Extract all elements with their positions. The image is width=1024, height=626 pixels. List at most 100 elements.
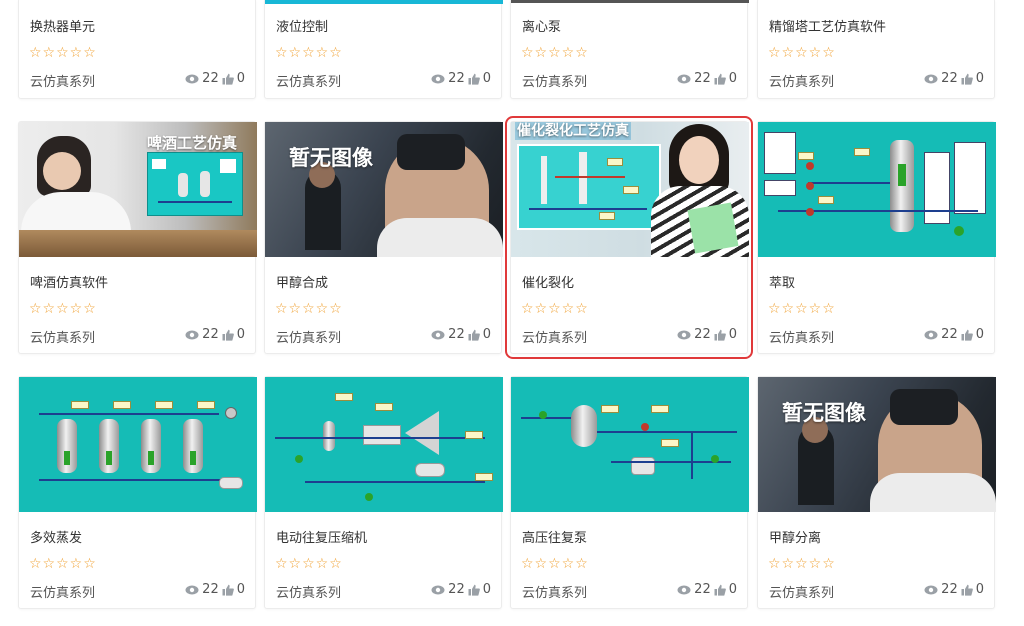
- product-thumbnail[interactable]: [265, 0, 503, 4]
- eye-icon: [924, 74, 938, 83]
- product-thumbnail[interactable]: [511, 0, 749, 3]
- product-thumbnail[interactable]: [265, 377, 503, 512]
- product-thumbnail[interactable]: 暂无图像: [758, 377, 996, 512]
- product-series: 云仿真系列: [30, 75, 96, 90]
- product-thumbnail[interactable]: 啤酒工艺仿真: [19, 122, 257, 257]
- eye-icon: [431, 74, 445, 83]
- pipe: [39, 413, 219, 415]
- thumbs-up-icon[interactable]: [961, 584, 973, 596]
- value-tag: [607, 158, 623, 166]
- pipe: [555, 176, 625, 178]
- product-card[interactable]: 啤酒工艺仿真 啤酒仿真软件 ☆☆☆☆☆ 云仿真系列 22 0: [18, 121, 257, 354]
- view-count: 22: [448, 582, 465, 597]
- rating-stars[interactable]: ☆☆☆☆☆: [29, 301, 97, 317]
- level-indicator: [106, 451, 112, 465]
- product-title[interactable]: 多效蒸发: [30, 527, 82, 546]
- product-thumbnail[interactable]: 暂无图像: [265, 122, 503, 257]
- eye-icon: [431, 585, 445, 594]
- product-title[interactable]: 甲醇分离: [769, 527, 821, 546]
- product-card[interactable]: 暂无图像 甲醇合成 ☆☆☆☆☆ 云仿真系列 22 0: [264, 121, 503, 354]
- rating-stars[interactable]: ☆☆☆☆☆: [275, 45, 343, 61]
- rating-stars[interactable]: ☆☆☆☆☆: [275, 301, 343, 317]
- product-series: 云仿真系列: [276, 586, 342, 601]
- product-title[interactable]: 萃取: [769, 272, 795, 291]
- eye-icon: [924, 330, 938, 339]
- thumbs-up-icon[interactable]: [961, 329, 973, 341]
- column: [541, 156, 547, 204]
- product-card[interactable]: 离心泵 ☆☆☆☆☆ 云仿真系列 22 0: [510, 0, 749, 99]
- pipe: [691, 431, 693, 479]
- rating-stars[interactable]: ☆☆☆☆☆: [521, 45, 589, 61]
- product-stats: 22 0: [185, 71, 245, 86]
- view-count: 22: [941, 71, 958, 86]
- product-series: 云仿真系列: [769, 331, 835, 346]
- shirt: [377, 218, 503, 257]
- eye-icon: [185, 74, 199, 83]
- value-tag: [623, 186, 639, 194]
- rating-stars[interactable]: ☆☆☆☆☆: [29, 556, 97, 572]
- product-title[interactable]: 电动往复压缩机: [276, 527, 367, 546]
- like-count: 0: [728, 582, 737, 597]
- product-stats: 22 0: [431, 327, 491, 342]
- product-stats: 22 0: [185, 582, 245, 597]
- thumbs-up-icon[interactable]: [468, 329, 480, 341]
- product-series: 云仿真系列: [522, 75, 588, 90]
- product-thumbnail[interactable]: 催化裂化工艺仿真: [511, 122, 749, 257]
- product-thumbnail[interactable]: [511, 377, 749, 512]
- tank: [571, 405, 597, 447]
- product-card[interactable]: 暂无图像 甲醇分离 ☆☆☆☆☆ 云仿真系列 22 0: [757, 376, 996, 609]
- product-card[interactable]: 换热器单元 ☆☆☆☆☆ 云仿真系列 22 0: [18, 0, 256, 99]
- thumbs-up-icon[interactable]: [468, 584, 480, 596]
- like-count: 0: [975, 327, 984, 342]
- thumbs-up-icon[interactable]: [714, 329, 726, 341]
- product-series: 云仿真系列: [769, 75, 835, 90]
- rating-stars[interactable]: ☆☆☆☆☆: [29, 45, 97, 61]
- like-count: 0: [236, 71, 245, 86]
- pump: [295, 455, 303, 463]
- product-title[interactable]: 啤酒仿真软件: [30, 272, 108, 291]
- evaporator: [183, 419, 203, 473]
- like-count: 0: [975, 71, 984, 86]
- thumbs-up-icon[interactable]: [468, 73, 480, 85]
- extraction-column: [890, 140, 914, 232]
- product-title[interactable]: 精馏塔工艺仿真软件: [769, 16, 886, 35]
- rating-stars[interactable]: ☆☆☆☆☆: [768, 556, 836, 572]
- thumbs-up-icon[interactable]: [714, 584, 726, 596]
- product-thumbnail[interactable]: [758, 122, 996, 257]
- rating-stars[interactable]: ☆☆☆☆☆: [768, 301, 836, 317]
- pipe: [39, 479, 235, 481]
- rating-stars[interactable]: ☆☆☆☆☆: [521, 556, 589, 572]
- thumbs-up-icon[interactable]: [222, 584, 234, 596]
- evaporator: [141, 419, 161, 473]
- column: [579, 152, 587, 204]
- product-title[interactable]: 离心泵: [522, 16, 561, 35]
- pump: [365, 493, 373, 501]
- product-stats: 22 0: [431, 582, 491, 597]
- product-title[interactable]: 甲醇合成: [276, 272, 328, 291]
- level-indicator: [190, 451, 196, 465]
- product-title[interactable]: 催化裂化: [522, 272, 574, 291]
- simulation-panel: [517, 144, 661, 230]
- product-card[interactable]: 萃取 ☆☆☆☆☆ 云仿真系列 22 0: [757, 121, 996, 354]
- desk: [19, 230, 257, 257]
- product-thumbnail[interactable]: [19, 377, 257, 512]
- rating-stars[interactable]: ☆☆☆☆☆: [521, 301, 589, 317]
- thumbs-up-icon[interactable]: [222, 73, 234, 85]
- rating-stars[interactable]: ☆☆☆☆☆: [275, 556, 343, 572]
- product-card[interactable]: 液位控制 ☆☆☆☆☆ 云仿真系列 22 0: [264, 0, 503, 99]
- rating-stars[interactable]: ☆☆☆☆☆: [768, 45, 836, 61]
- product-card[interactable]: 多效蒸发 ☆☆☆☆☆ 云仿真系列 22 0: [18, 376, 257, 609]
- product-card[interactable]: 电动往复压缩机 ☆☆☆☆☆ 云仿真系列 22 0: [264, 376, 503, 609]
- thumbs-up-icon[interactable]: [714, 73, 726, 85]
- product-card[interactable]: 高压往复泵 ☆☆☆☆☆ 云仿真系列 22 0: [510, 376, 749, 609]
- product-card[interactable]: 催化裂化工艺仿真 催化裂化 ☆☆☆☆☆ 云仿真系列 22 0: [505, 116, 753, 359]
- product-title[interactable]: 换热器单元: [30, 16, 95, 35]
- product-title[interactable]: 液位控制: [276, 16, 328, 35]
- value-tag: [475, 473, 493, 481]
- thumbs-up-icon[interactable]: [961, 73, 973, 85]
- value-tag: [465, 431, 483, 439]
- thumbs-up-icon[interactable]: [222, 329, 234, 341]
- product-card[interactable]: 精馏塔工艺仿真软件 ☆☆☆☆☆ 云仿真系列 22 0: [757, 0, 995, 99]
- product-series: 云仿真系列: [276, 75, 342, 90]
- product-title[interactable]: 高压往复泵: [522, 527, 587, 546]
